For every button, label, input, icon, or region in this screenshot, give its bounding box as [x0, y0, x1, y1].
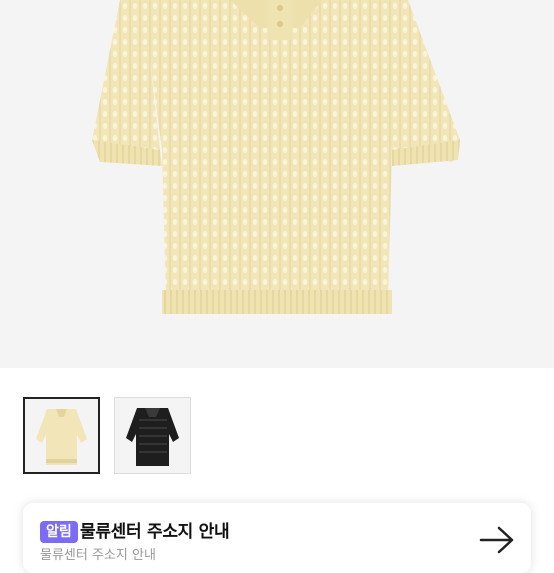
- notice-title: 물류센터 주소지 안내: [80, 522, 230, 542]
- cream-knit-polo-image: [92, 0, 460, 314]
- product-main-image[interactable]: [0, 0, 554, 368]
- thumbnail-black-polo[interactable]: [114, 397, 191, 474]
- thumbnail-strip: [0, 368, 554, 488]
- notice-badge: 알림: [40, 521, 78, 543]
- notice-subtitle: 물류센터 주소지 안내: [40, 548, 156, 563]
- arrow-right-icon[interactable]: [479, 525, 515, 555]
- cream-polo-thumbnail-image: [25, 399, 98, 472]
- thumbnail-cream-polo[interactable]: [23, 397, 100, 474]
- black-polo-thumbnail-image: [115, 398, 190, 473]
- logistics-notice-card[interactable]: 알림 물류센터 주소지 안내 물류센터 주소지 안내: [23, 503, 531, 573]
